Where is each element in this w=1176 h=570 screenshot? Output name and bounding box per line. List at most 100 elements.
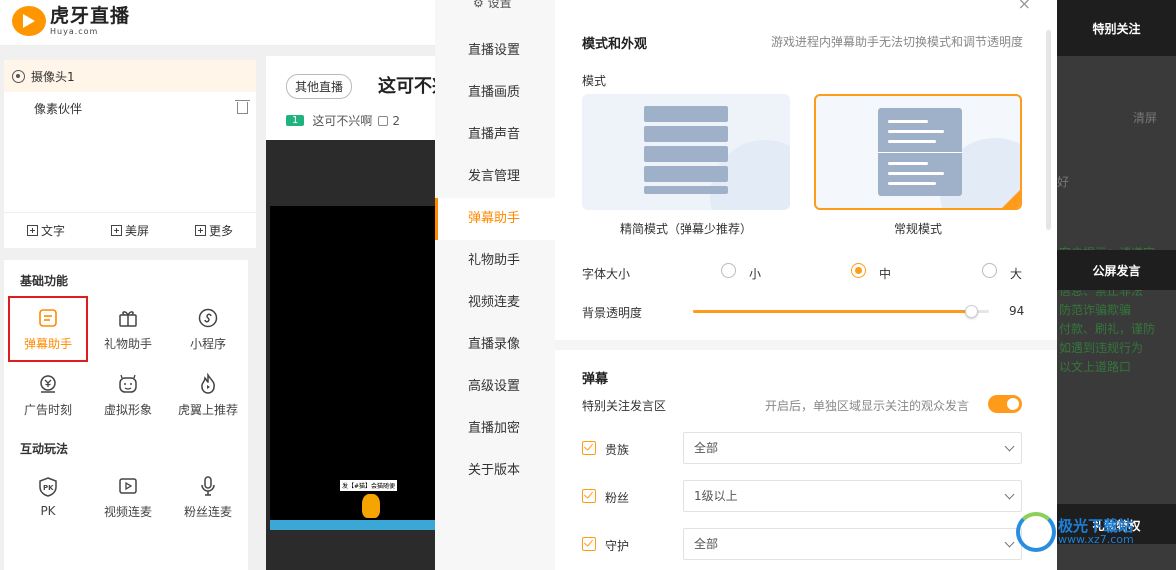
video-link-label: 视频连麦 [103, 504, 152, 519]
huya-logo: 虎牙直播 Huya.com [12, 6, 130, 36]
chevron-down-icon [1004, 489, 1015, 500]
settings-scrollbar[interactable] [1046, 30, 1051, 230]
preview-water [270, 520, 436, 530]
settings-nav-item[interactable]: 弹幕助手 [435, 198, 555, 240]
noble-checkbox[interactable] [582, 441, 596, 455]
guard-checkbox[interactable] [582, 537, 596, 551]
opacity-slider[interactable] [693, 305, 989, 318]
flame-icon [201, 372, 215, 394]
chat-notice-line: 如遇到违规行为 [1059, 341, 1144, 355]
fans-label: 粉丝 [605, 491, 630, 505]
fans-checkbox[interactable] [582, 489, 596, 503]
opacity-value: 94 [1009, 304, 1025, 318]
category-tag[interactable]: 其他直播 [286, 74, 353, 99]
noble-select[interactable]: 全部 [683, 432, 1022, 464]
special-follow-label: 特别关注发言区 [582, 399, 667, 413]
close-icon[interactable]: × [1018, 0, 1031, 13]
preview-danmaku: 发【#猫】会猫随便 [340, 480, 398, 491]
add-text-button[interactable]: 文字 [26, 222, 65, 239]
huyi-recommend-button[interactable]: 虎翼上推荐 [168, 362, 248, 428]
streamer-name: 这可不兴啊 [312, 114, 373, 128]
gear-icon: ⚙ [473, 0, 488, 10]
settings-nav-item[interactable]: 视频连麦 [435, 282, 555, 324]
font-medium-radio[interactable] [851, 263, 866, 278]
stream-preview[interactable]: 发【#猫】会猫随便 [266, 140, 436, 570]
scene-camera[interactable]: 摄像头1 [4, 60, 256, 92]
compact-mode-card[interactable] [582, 94, 790, 210]
normal-mode-label: 常规模式 [893, 222, 942, 236]
settings-nav-item[interactable]: 直播声音 [435, 114, 555, 156]
special-follow-toggle[interactable] [988, 395, 1022, 413]
font-small-label: 小 [749, 267, 762, 281]
plus-icon [194, 225, 206, 236]
chat-notice-line: 以文上道路口 [1059, 360, 1132, 374]
settings-nav-item[interactable]: 直播设置 [435, 30, 555, 72]
fans-select-value: 1级以上 [694, 489, 738, 503]
public-chat-button[interactable]: 公屏发言 [1057, 250, 1176, 290]
svg-text:PK: PK [43, 484, 54, 492]
font-large-radio[interactable] [982, 263, 997, 278]
settings-title: ⚙ 设置 [435, 0, 555, 18]
mini-program-icon [198, 308, 218, 327]
video-link-icon [119, 477, 137, 494]
ad-moment-label: 广告时刻 [23, 402, 72, 417]
special-follow-note: 开启后，单独区域显示关注的观众发言 [764, 399, 969, 413]
add-beauty-label: 美屏 [124, 224, 149, 238]
clear-screen-text[interactable]: 清屏 [1133, 109, 1157, 126]
settings-title-label: 设置 [487, 0, 512, 10]
opacity-label: 背景透明度 [582, 306, 643, 320]
settings-nav-item[interactable]: 关于版本 [435, 450, 555, 492]
fan-link-button[interactable]: 粉丝连麦 [168, 464, 248, 530]
trash-icon[interactable] [235, 100, 250, 114]
faint-text: 好 [1057, 175, 1070, 189]
compact-mode-label: 精简模式（弹幕少推荐） [619, 222, 752, 236]
danmaku-assistant-button[interactable]: 弹幕助手 [8, 296, 88, 362]
chevron-down-icon [1004, 537, 1015, 548]
add-beauty-button[interactable]: 美屏 [110, 222, 149, 239]
settings-nav-item[interactable]: 礼物助手 [435, 240, 555, 282]
settings-nav-item[interactable]: 直播录像 [435, 324, 555, 366]
settings-nav-item[interactable]: 高级设置 [435, 366, 555, 408]
guard-select-value: 全部 [694, 537, 719, 551]
danmaku-icon [39, 308, 57, 327]
mini-program-button[interactable]: 小程序 [168, 296, 248, 362]
ad-moment-button[interactable]: 广告时刻 [8, 362, 88, 428]
opacity-slider-fill [693, 310, 972, 313]
selected-check-icon [1002, 190, 1020, 208]
add-more-button[interactable]: 更多 [194, 222, 233, 239]
level-badge: 1 [286, 115, 305, 126]
interactive-title: 互动玩法 [20, 442, 69, 456]
pk-label: PK [40, 504, 56, 518]
source-pixel-partner[interactable]: 像素伙伴 [4, 92, 256, 124]
chat-notice-line: 付款、刷礼，谨防 [1059, 322, 1156, 336]
virtual-avatar-button[interactable]: 虚拟形象 [88, 362, 168, 428]
guard-select[interactable]: 全部 [683, 528, 1022, 560]
danmaku-assistant-label: 弹幕助手 [23, 336, 72, 351]
special-follow-tab[interactable]: 特别关注 [1057, 0, 1176, 56]
font-small-radio[interactable] [721, 263, 736, 278]
mini-program-label: 小程序 [189, 336, 226, 351]
video-link-button[interactable]: 视频连麦 [88, 464, 168, 530]
settings-nav: ⚙ 设置 直播设置 直播画质 直播声音 发言管理 弹幕助手 礼物助手 视频连麦 直播录像 高级设… [435, 0, 555, 570]
chevron-down-icon [1004, 441, 1015, 452]
mode-section-title: 模式和外观 [582, 37, 648, 52]
settings-nav-item[interactable]: 发言管理 [435, 156, 555, 198]
settings-nav-item[interactable]: 直播加密 [435, 408, 555, 450]
watermark: 极光下载站 www.xz7.com [1016, 512, 1134, 552]
gift-assistant-label: 礼物助手 [103, 336, 152, 351]
noble-label: 贵族 [605, 443, 630, 457]
pk-button[interactable]: PK PK [8, 464, 88, 530]
normal-mode-card[interactable] [814, 94, 1022, 210]
settings-nav-item[interactable]: 直播画质 [435, 72, 555, 114]
preview-canvas: 发【#猫】会猫随便 [270, 206, 436, 530]
add-text-label: 文字 [40, 224, 65, 238]
plus-icon [110, 225, 122, 236]
danmaku-section-title: 弹幕 [582, 372, 609, 387]
fans-select[interactable]: 1级以上 [683, 480, 1022, 512]
opacity-slider-handle[interactable] [965, 305, 979, 318]
gift-assistant-button[interactable]: 礼物助手 [88, 296, 168, 362]
basic-functions-title: 基础功能 [20, 274, 69, 288]
pixel-cat-avatar [362, 494, 380, 518]
watermark-text: 极光下载站 [1058, 516, 1134, 535]
watermark-url: www.xz7.com [1058, 533, 1134, 547]
